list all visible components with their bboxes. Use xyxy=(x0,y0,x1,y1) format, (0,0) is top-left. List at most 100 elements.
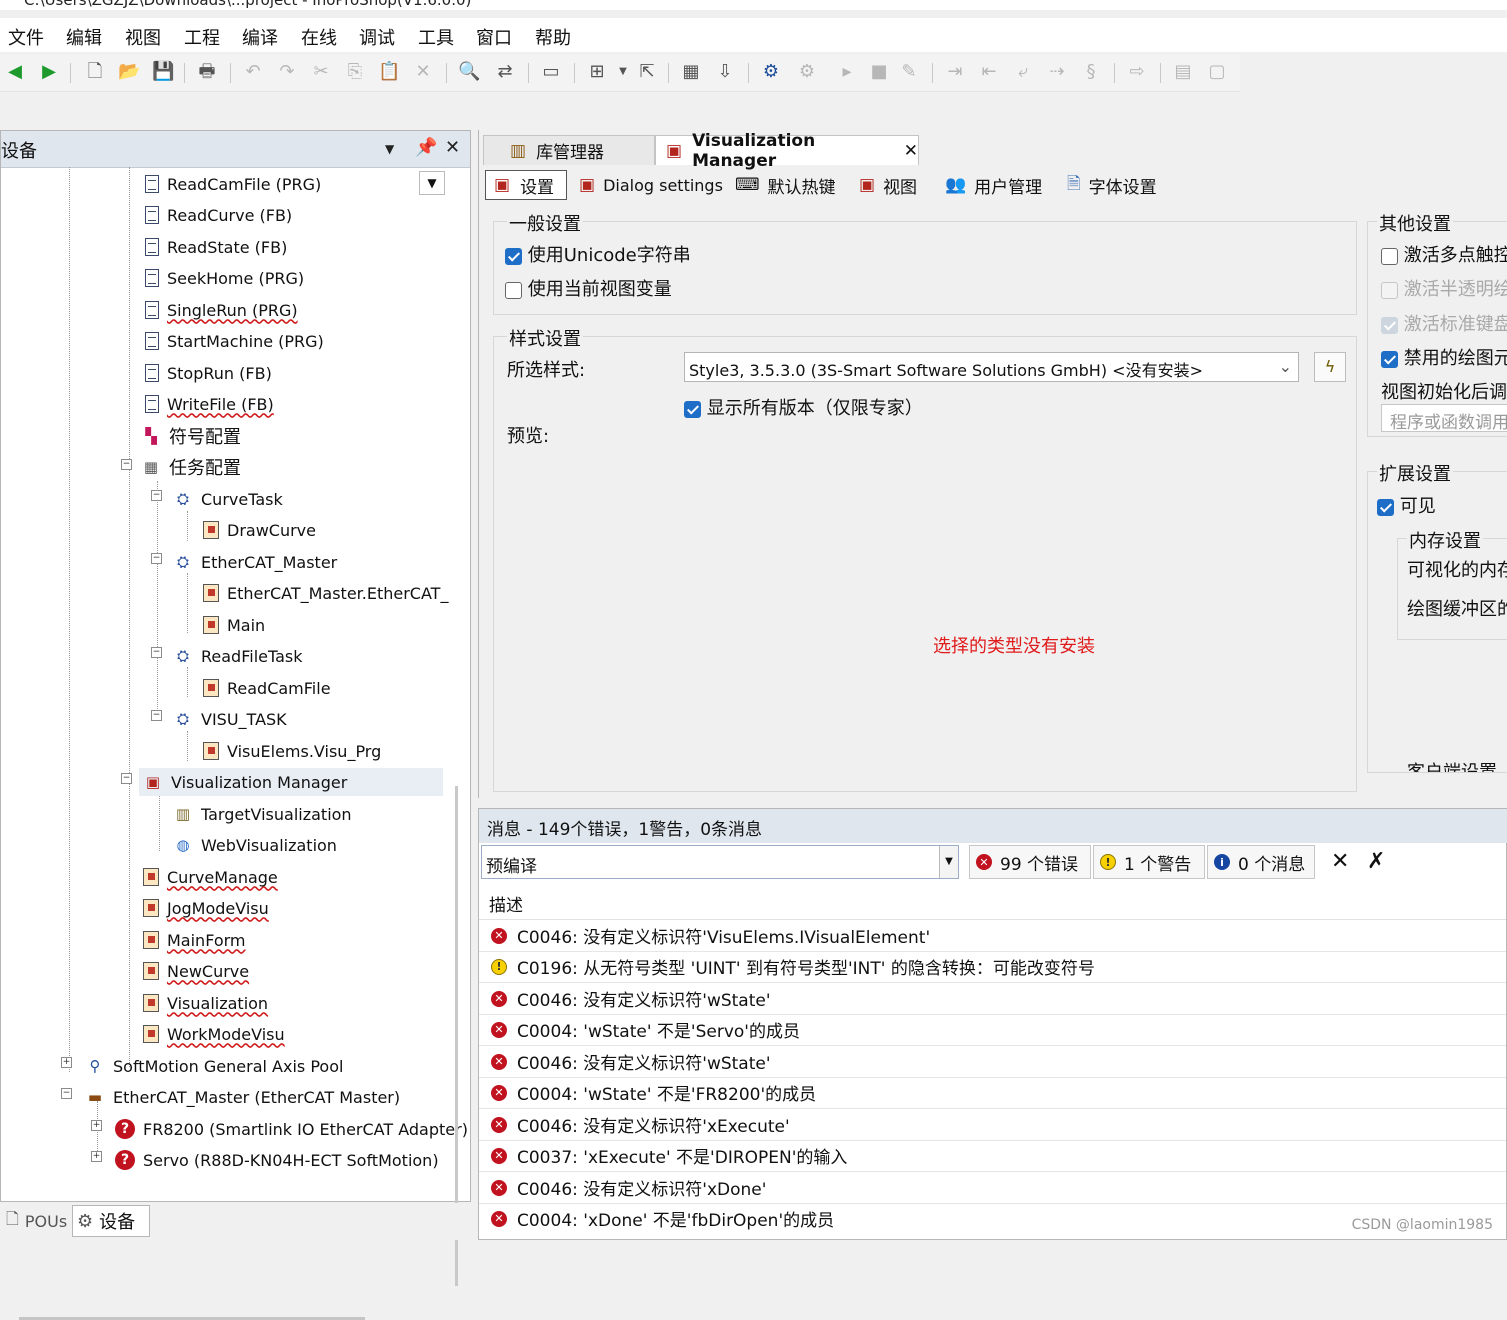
message-row[interactable]: ! C0196: 从无符号类型 'UINT' 到有符号类型'INT' 的隐含转换：… xyxy=(479,951,1506,983)
menu-debug[interactable]: 调试 xyxy=(359,24,395,50)
collapse-readfiletask[interactable]: − xyxy=(151,647,162,658)
redo-icon[interactable]: ↷ xyxy=(276,61,298,83)
message-row[interactable]: ✕ C0046: 没有定义标识符'wState' xyxy=(479,983,1506,1015)
tree-item[interactable]: StartMachine (PRG) xyxy=(145,327,324,355)
tab-pous[interactable]: 🗋 POUs xyxy=(0,1205,70,1237)
logout-icon[interactable]: ⚙ xyxy=(796,61,818,83)
back-icon[interactable]: ◀ xyxy=(4,61,26,83)
tree-item[interactable]: ⚲ SoftMotion General Axis Pool xyxy=(85,1052,344,1080)
close-icon[interactable]: ✕ xyxy=(445,137,460,158)
menu-help[interactable]: 帮助 xyxy=(535,24,571,50)
expand-axis-pool[interactable]: + xyxy=(61,1057,72,1068)
panel-menu-icon[interactable]: ▼ xyxy=(385,142,394,156)
expand-fr8200[interactable]: + xyxy=(91,1120,102,1131)
new-project-icon[interactable]: 🗋 xyxy=(84,61,106,83)
tree-item[interactable]: ? FR8200 (Smartlink IO EtherCAT Adapter) xyxy=(115,1115,468,1143)
run-icon[interactable]: ▸ xyxy=(836,61,858,83)
tab-devices[interactable]: ⚙ 设备 xyxy=(72,1205,150,1237)
run-to-cursor-icon[interactable]: ⇢ xyxy=(1046,61,1068,83)
tree-item[interactable]: EtherCAT_Master.EtherCAT_ xyxy=(203,579,448,607)
tree-item[interactable]: ▬ EtherCAT_Master (EtherCAT Master) xyxy=(85,1083,400,1111)
description-column-header[interactable]: 描述 xyxy=(479,883,1506,920)
add-object-icon[interactable]: ⊞ xyxy=(586,61,608,83)
undo-icon[interactable]: ↶ xyxy=(242,61,264,83)
errors-filter-button[interactable]: ✕ 99 个错误 xyxy=(969,845,1091,879)
menu-file[interactable]: 文件 xyxy=(8,24,44,50)
menu-project[interactable]: 工程 xyxy=(184,24,220,50)
tree-item[interactable]: ? Servo (R88D-KN04H-ECT SoftMotion) xyxy=(115,1146,439,1174)
tree-item[interactable]: CurveManage xyxy=(143,863,278,891)
tree-item[interactable]: ⛭ EtherCAT_Master xyxy=(173,548,337,576)
tree-item[interactable]: WriteFile (FB) xyxy=(145,390,274,418)
checkbox-checked[interactable] xyxy=(1377,498,1394,516)
message-row[interactable]: ✕ C0004: 'wState' 不是'FR8200'的成员 xyxy=(479,1077,1506,1109)
clear-icon[interactable]: ✕ xyxy=(1331,849,1349,874)
collapse-visu-task[interactable]: − xyxy=(151,710,162,721)
message-row[interactable]: ✕ C0046: 没有定义标识符'wState' xyxy=(479,1046,1506,1078)
tree-item[interactable]: NewCurve xyxy=(143,957,249,985)
export-icon[interactable]: ⇱ xyxy=(636,61,658,83)
tree-item[interactable]: Visualization xyxy=(143,989,268,1017)
tree-item[interactable]: MainForm xyxy=(143,926,246,954)
tree-item[interactable]: ▥ TargetVisualization xyxy=(173,800,352,828)
collapse-curvetask[interactable]: − xyxy=(151,490,162,501)
tree-item[interactable]: StopRun (FB) xyxy=(145,359,272,387)
checkbox-checked[interactable] xyxy=(1381,350,1398,368)
tree-item[interactable]: ⛭ ReadFileTask xyxy=(173,642,303,670)
message-row[interactable]: ✕ C0004: 'wState' 不是'Servo'的成员 xyxy=(479,1014,1506,1046)
stop-icon[interactable]: ■ xyxy=(868,61,890,83)
menu-online[interactable]: 在线 xyxy=(301,24,337,50)
chevron-down-icon[interactable]: ▼ xyxy=(612,61,634,83)
subtab-user-management[interactable]: 👥 用户管理 xyxy=(945,170,1042,200)
clear-all-icon[interactable]: ✗ xyxy=(1367,849,1385,874)
delete-icon[interactable]: ✕ xyxy=(412,61,434,83)
paste-icon[interactable]: 📋 xyxy=(378,61,400,83)
tree-item[interactable]: DrawCurve xyxy=(203,516,316,544)
expand-servo[interactable]: + xyxy=(91,1151,102,1162)
tree-item[interactable]: ReadCamFile (PRG) xyxy=(145,170,321,198)
subtab-dialog-settings[interactable]: ▣ Dialog settings xyxy=(579,170,723,200)
use-unicode-checkbox[interactable]: 使用Unicode字符串 xyxy=(505,241,691,267)
copy-icon[interactable]: ⎘ xyxy=(344,61,366,83)
subtab-font-settings[interactable]: 🗎 字体设置 xyxy=(1067,170,1157,200)
tree-item[interactable]: ▦ 任务配置 xyxy=(141,453,241,481)
subtab-settings[interactable]: ▣ 设置 xyxy=(485,170,567,200)
menu-tools[interactable]: 工具 xyxy=(418,24,454,50)
menu-view[interactable]: 视图 xyxy=(125,24,161,50)
tree-item[interactable]: ⛭ CurveTask xyxy=(173,485,283,513)
menu-window[interactable]: 窗口 xyxy=(476,24,512,50)
tree-item-selected[interactable]: ▣ Visualization Manager xyxy=(139,768,443,796)
checkbox-checked[interactable] xyxy=(505,247,522,265)
tree-item[interactable]: JogModeVisu xyxy=(143,894,269,922)
tree-item[interactable]: ReadCamFile xyxy=(203,674,331,702)
tree-item[interactable]: VisuElems.Visu_Prg xyxy=(203,737,381,765)
open-project-icon[interactable]: 📂 xyxy=(118,61,140,83)
message-row[interactable]: ✕ C0046: 没有定义标识符'xExecute' xyxy=(479,1109,1506,1141)
use-current-view-checkbox[interactable]: 使用当前视图变量 xyxy=(505,275,672,301)
reset-icon[interactable]: ✎ xyxy=(898,61,920,83)
menu-build[interactable]: 编译 xyxy=(242,24,278,50)
checkbox-unchecked[interactable] xyxy=(1381,247,1398,265)
tree-item[interactable]: ⛭ VISU_TASK xyxy=(173,705,287,733)
checkbox-unchecked[interactable] xyxy=(505,281,522,299)
messages-filter-button[interactable]: i0 个消息 xyxy=(1207,845,1315,879)
tree-item[interactable]: SingleRun (PRG) xyxy=(145,296,298,324)
tree-item[interactable]: ReadState (FB) xyxy=(145,233,287,261)
warnings-filter-button[interactable]: ! 1 个警告 xyxy=(1093,845,1205,879)
tree-item[interactable]: ReadCurve (FB) xyxy=(145,201,292,229)
checkbox-checked[interactable] xyxy=(684,400,701,418)
message-row[interactable]: ✕ C0037: 'xExecute' 不是'DIROPEN'的输入 xyxy=(479,1140,1506,1172)
release-values-icon[interactable]: ▢ xyxy=(1206,61,1228,83)
save-icon[interactable]: 💾 xyxy=(152,61,174,83)
visible-checkbox[interactable]: 可见 xyxy=(1377,492,1436,518)
menu-edit[interactable]: 编辑 xyxy=(66,24,102,50)
step-out-icon[interactable]: ⤶ xyxy=(1012,61,1034,83)
pin-icon[interactable]: 📌 xyxy=(415,137,437,158)
show-all-versions-checkbox[interactable]: 显示所有版本（仅限专家） xyxy=(684,394,923,420)
breakpoint-icon[interactable]: § xyxy=(1080,61,1102,83)
find-replace-icon[interactable]: ⇄ xyxy=(494,61,516,83)
message-row[interactable]: ✕ C0046: 没有定义标识符'VisuElems.IVisualElement… xyxy=(479,920,1506,952)
tree-item[interactable]: ◍ WebVisualization xyxy=(173,831,337,859)
print-icon[interactable]: 🖶 xyxy=(196,61,218,83)
find-icon[interactable]: 🔍 xyxy=(458,61,480,83)
